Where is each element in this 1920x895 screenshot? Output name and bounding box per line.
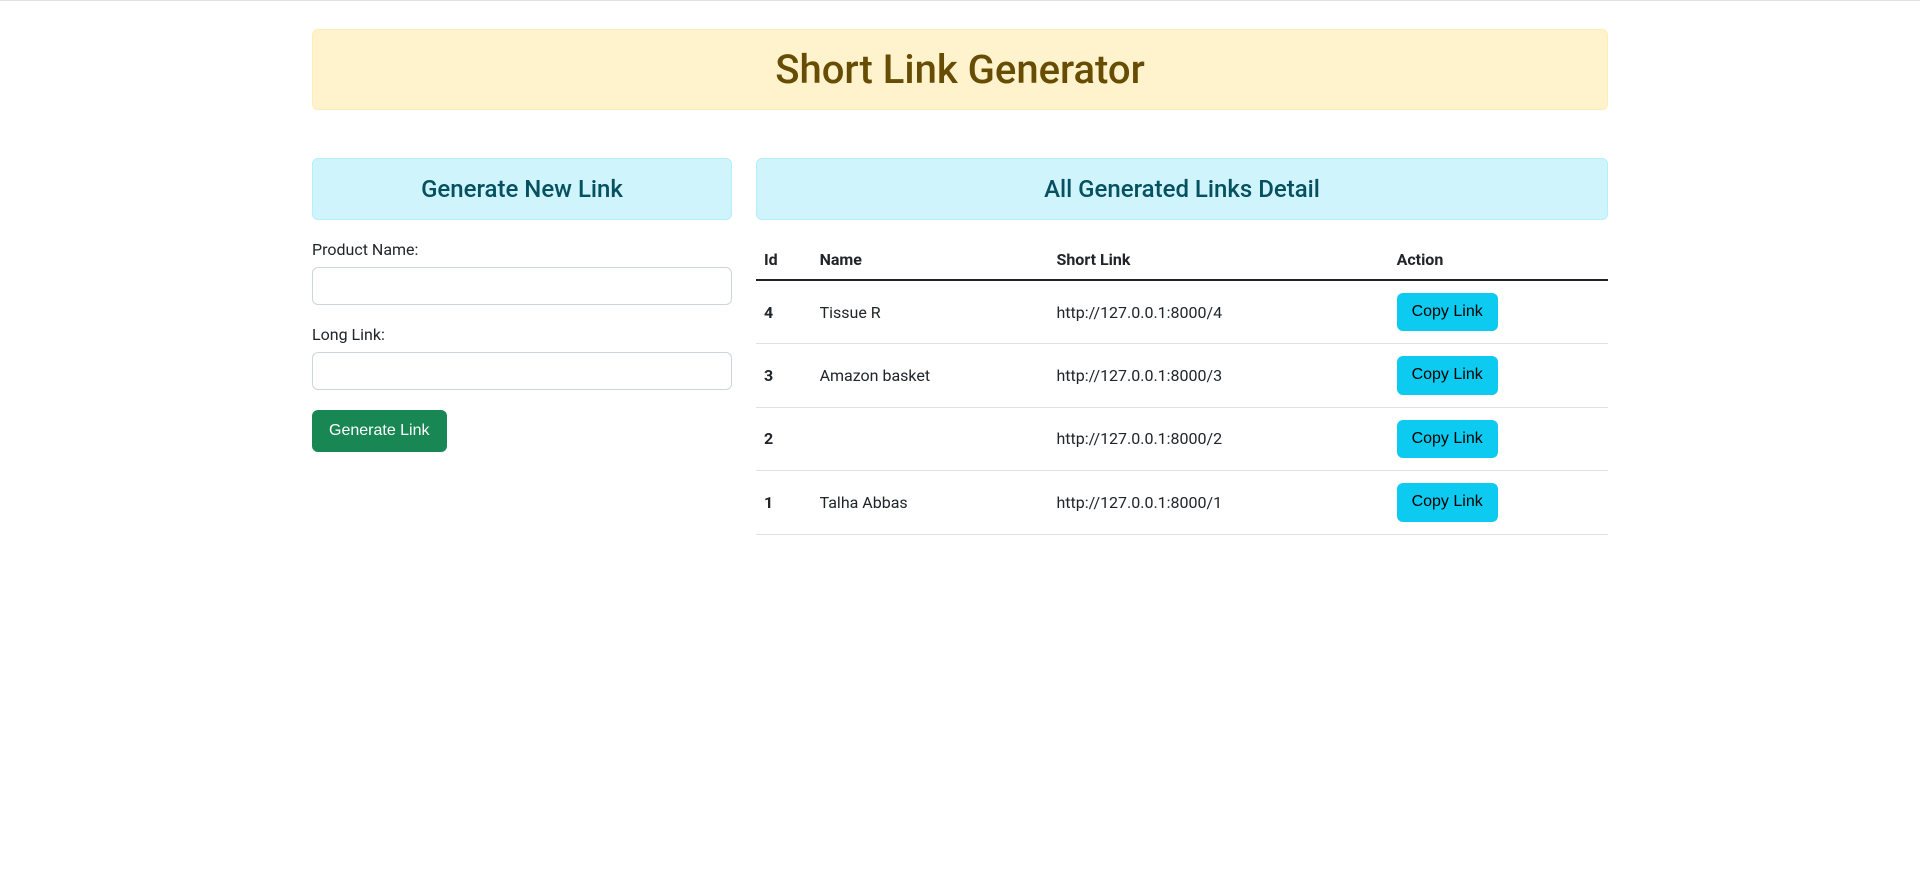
copy-link-button[interactable]: Copy Link — [1397, 356, 1498, 394]
table-head: Id Name Short Link Action — [756, 240, 1608, 280]
product-name-label: Product Name: — [312, 240, 732, 259]
form-column: Generate New Link Product Name: Long Lin… — [312, 158, 732, 452]
table-header-shortlink: Short Link — [1048, 240, 1388, 280]
cell-name: Talha Abbas — [812, 471, 1049, 534]
cell-action: Copy Link — [1389, 344, 1608, 407]
page-header: Short Link Generator — [312, 29, 1608, 110]
table-row: 4Tissue Rhttp://127.0.0.1:8000/4Copy Lin… — [756, 280, 1608, 344]
long-link-group: Long Link: — [312, 325, 732, 390]
table-row: 3Amazon baskethttp://127.0.0.1:8000/3Cop… — [756, 344, 1608, 407]
form-section-title: Generate New Link — [329, 175, 715, 203]
table-header-action: Action — [1389, 240, 1608, 280]
top-divider — [0, 0, 1920, 1]
cell-name: Tissue R — [812, 280, 1049, 344]
cell-name — [812, 407, 1049, 470]
cell-id: 2 — [756, 407, 812, 470]
cell-shortlink: http://127.0.0.1:8000/1 — [1048, 471, 1388, 534]
cell-shortlink: http://127.0.0.1:8000/4 — [1048, 280, 1388, 344]
links-table: Id Name Short Link Action 4Tissue Rhttp:… — [756, 240, 1608, 535]
copy-link-button[interactable]: Copy Link — [1397, 483, 1498, 521]
table-column: All Generated Links Detail Id Name Short… — [756, 158, 1608, 535]
generate-link-button[interactable]: Generate Link — [312, 410, 447, 452]
table-header-id: Id — [756, 240, 812, 280]
cell-id: 3 — [756, 344, 812, 407]
product-name-group: Product Name: — [312, 240, 732, 305]
cell-name: Amazon basket — [812, 344, 1049, 407]
cell-action: Copy Link — [1389, 280, 1608, 344]
page-title: Short Link Generator — [329, 46, 1591, 93]
table-section-header: All Generated Links Detail — [756, 158, 1608, 220]
copy-link-button[interactable]: Copy Link — [1397, 293, 1498, 331]
table-row: 2 http://127.0.0.1:8000/2Copy Link — [756, 407, 1608, 470]
cell-action: Copy Link — [1389, 471, 1608, 534]
form-section-header: Generate New Link — [312, 158, 732, 220]
table-header-name: Name — [812, 240, 1049, 280]
content-row: Generate New Link Product Name: Long Lin… — [312, 158, 1608, 535]
table-row: 1Talha Abbashttp://127.0.0.1:8000/1Copy … — [756, 471, 1608, 534]
cell-shortlink: http://127.0.0.1:8000/2 — [1048, 407, 1388, 470]
table-header-row: Id Name Short Link Action — [756, 240, 1608, 280]
copy-link-button[interactable]: Copy Link — [1397, 420, 1498, 458]
cell-id: 1 — [756, 471, 812, 534]
product-name-input[interactable] — [312, 267, 732, 305]
main-container: Short Link Generator Generate New Link P… — [300, 29, 1620, 535]
long-link-input[interactable] — [312, 352, 732, 390]
cell-id: 4 — [756, 280, 812, 344]
cell-shortlink: http://127.0.0.1:8000/3 — [1048, 344, 1388, 407]
table-body: 4Tissue Rhttp://127.0.0.1:8000/4Copy Lin… — [756, 280, 1608, 534]
cell-action: Copy Link — [1389, 407, 1608, 470]
long-link-label: Long Link: — [312, 325, 732, 344]
table-section-title: All Generated Links Detail — [773, 175, 1591, 203]
